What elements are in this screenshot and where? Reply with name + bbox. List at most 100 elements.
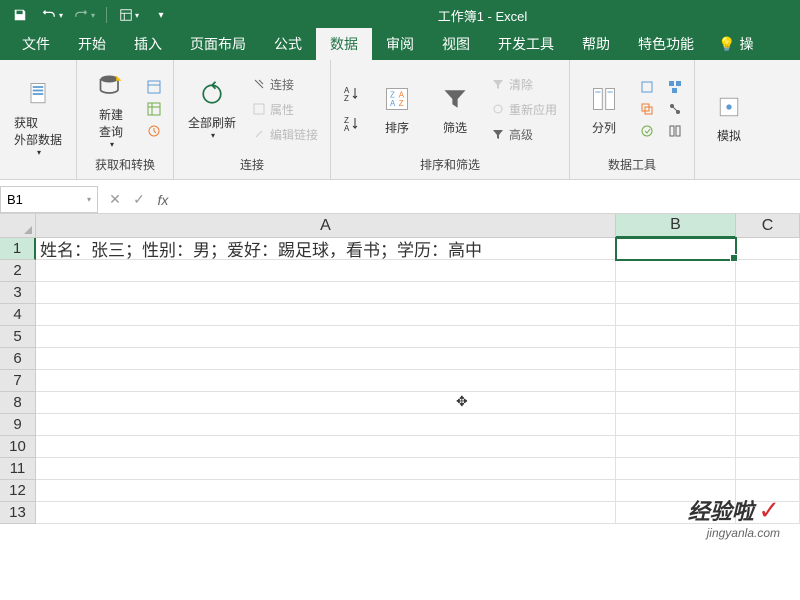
row-header[interactable]: 10 [0,436,36,458]
customize-qat-icon[interactable]: ▾ [149,3,173,27]
tab-developer[interactable]: 开发工具 [484,28,568,60]
connections-button[interactable]: 连接 [248,74,322,95]
cell[interactable] [36,392,616,414]
new-query-button[interactable]: 新建 查询 ▾ [85,66,137,153]
cell[interactable] [736,348,800,370]
row-header[interactable]: 2 [0,260,36,282]
tab-page-layout[interactable]: 页面布局 [176,28,260,60]
sort-desc-button[interactable]: ZA [339,113,365,135]
filter-button[interactable]: 筛选 [429,79,481,140]
row-header[interactable]: 6 [0,348,36,370]
cell[interactable] [36,304,616,326]
advanced-filter-button[interactable]: 高级 [487,124,561,145]
cell[interactable] [616,392,736,414]
cell[interactable] [736,414,800,436]
cell[interactable] [736,238,800,260]
row-header[interactable]: 8 [0,392,36,414]
cell[interactable] [736,304,800,326]
reapply-button[interactable]: 重新应用 [487,99,561,120]
cell[interactable] [36,480,616,502]
cell[interactable] [736,370,800,392]
consolidate-button[interactable] [664,78,686,96]
cell[interactable] [736,326,800,348]
recent-sources-button[interactable] [143,122,165,140]
cell[interactable]: 姓名：张三；性别：男；爱好：踢足球，看书；学历：高中 [36,238,616,260]
row-header[interactable]: 1 [0,238,36,260]
cell[interactable] [616,326,736,348]
tab-view[interactable]: 视图 [428,28,484,60]
tab-data[interactable]: 数据 [316,28,372,60]
tab-home[interactable]: 开始 [64,28,120,60]
fx-icon[interactable]: fx [152,189,174,211]
row-header[interactable]: 4 [0,304,36,326]
row-header[interactable]: 7 [0,370,36,392]
clear-filter-button[interactable]: 清除 [487,74,561,95]
text-to-columns-button[interactable]: 分列 [578,79,630,140]
cell[interactable] [616,304,736,326]
col-header-c[interactable]: C [736,214,800,238]
cell[interactable] [36,370,616,392]
row-header[interactable]: 12 [0,480,36,502]
tell-me[interactable]: 💡 操 [708,28,763,60]
col-header-b[interactable]: B [616,214,736,238]
cell[interactable] [36,414,616,436]
tab-special[interactable]: 特色功能 [624,28,708,60]
cell[interactable] [736,260,800,282]
row-header[interactable]: 5 [0,326,36,348]
relationships-button[interactable] [664,100,686,118]
refresh-all-button[interactable]: 全部刷新 ▾ [182,74,242,144]
cell[interactable] [736,436,800,458]
cell[interactable] [36,436,616,458]
cell[interactable] [36,326,616,348]
simulate-button[interactable]: 模拟 [703,87,755,148]
remove-duplicates-button[interactable] [636,100,658,118]
flash-fill-button[interactable] [636,78,658,96]
sort-button[interactable]: ZAAZ 排序 [371,79,423,140]
tab-file[interactable]: 文件 [8,28,64,60]
lightbulb-icon: 💡 [718,36,735,53]
tab-help[interactable]: 帮助 [568,28,624,60]
cell[interactable] [616,238,736,260]
cell[interactable] [36,502,616,524]
tab-review[interactable]: 审阅 [372,28,428,60]
undo-icon[interactable]: ▾ [40,3,64,27]
touch-mode-icon[interactable]: ▾ [117,3,141,27]
properties-button[interactable]: 属性 [248,99,322,120]
cell[interactable] [36,260,616,282]
manage-data-model-button[interactable] [664,122,686,140]
sort-asc-button[interactable]: AZ [339,83,365,105]
formula-input[interactable] [180,186,800,213]
select-all-cell[interactable] [0,214,36,238]
cell[interactable] [736,282,800,304]
svg-text:A: A [390,99,396,108]
tab-formulas[interactable]: 公式 [260,28,316,60]
cell[interactable] [616,260,736,282]
cell[interactable] [36,282,616,304]
cell[interactable] [616,458,736,480]
cell[interactable] [736,392,800,414]
save-icon[interactable] [8,3,32,27]
row-header[interactable]: 3 [0,282,36,304]
refresh-icon [196,78,228,110]
cell[interactable] [36,458,616,480]
row-header[interactable]: 13 [0,502,36,524]
row-header[interactable]: 9 [0,414,36,436]
name-box[interactable]: B1 ▾ [0,186,98,213]
cell[interactable] [616,348,736,370]
from-table-button[interactable] [143,100,165,118]
get-external-data-button[interactable]: 获取 外部数据 ▾ [8,74,68,161]
cancel-icon: ✕ [104,189,126,211]
cell[interactable] [616,370,736,392]
cell[interactable] [616,282,736,304]
row-header[interactable]: 11 [0,458,36,480]
cell[interactable] [736,458,800,480]
edit-links-button[interactable]: 编辑链接 [248,124,322,145]
show-queries-button[interactable] [143,78,165,96]
cell[interactable] [616,436,736,458]
tab-insert[interactable]: 插入 [120,28,176,60]
redo-icon[interactable]: ▾ [72,3,96,27]
col-header-a[interactable]: A [36,214,616,238]
data-validation-button[interactable] [636,122,658,140]
cell[interactable] [36,348,616,370]
cell[interactable] [616,414,736,436]
